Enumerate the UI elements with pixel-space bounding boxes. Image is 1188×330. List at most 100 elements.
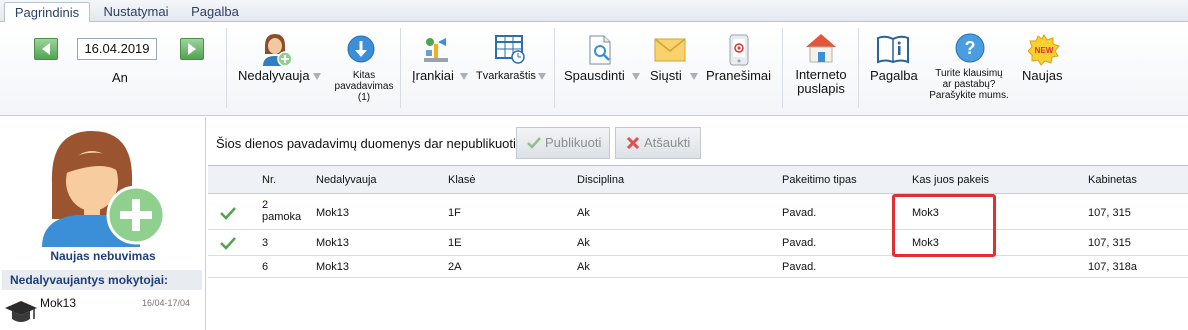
column-header-disciplina[interactable]: Disciplina [577,174,624,186]
dropdown-arrow-icon[interactable] [538,73,546,80]
dropdown-arrow-icon[interactable] [632,73,640,80]
previous-day-button[interactable] [34,38,58,60]
cell-kabinetas: 107, 315 [1088,207,1131,219]
pranesimai-button[interactable]: Pranešimai [704,28,774,98]
close-icon [626,136,640,150]
kitas-line1: Kitas [352,70,376,81]
ribbon-toolbar: 16.04.2019 An Nedalyvauja Kitas pavadavi… [0,22,1188,116]
cell-klase: 1F [448,207,461,219]
substitutions-table: Nr. Nedalyvauja Klasė Disciplina Pakeiti… [208,165,1188,330]
help-book-icon [877,35,909,64]
cancel-button[interactable]: Atšaukti [615,127,701,159]
svg-text:?: ? [965,38,976,58]
publish-button[interactable]: Publikuoti [516,127,610,159]
new-absence-caption[interactable]: Naujas nebuvimas [0,249,206,263]
pagalba-label: Pagalba [870,68,918,83]
cell-nr: 2 pamoka [262,199,301,223]
kitas-pavadavimas-button[interactable]: Kitas pavadavimas (1) [332,28,396,108]
cell-nr: 3 [262,237,269,249]
weekday-label: An [112,70,128,85]
absent-teachers-header: Nedalyvaujantys mokytojai: [2,270,202,290]
highlight-annotation [892,194,996,257]
irankiai-button[interactable]: Įrankiai [408,28,470,98]
graduation-cap-icon [5,301,37,322]
siusti-label: Siųsti [650,68,682,83]
kitas-line2: pavadavimas [334,81,394,92]
cell-klase: 2A [448,261,462,273]
column-header-klase[interactable]: Klasė [448,174,476,186]
table-row[interactable]: 2 pamoka Mok13 1F Ak Pavad. Mok3 107, 31… [208,194,1188,230]
feedback-line1: Turite klausimų [935,68,1003,79]
interneto-puslapis-label: Interneto puslapis [794,68,848,96]
spausdinti-button[interactable]: Spausdinti [562,28,640,98]
checkmark-icon [220,207,236,220]
home-icon [806,34,836,63]
tools-icon [424,38,448,62]
tab-pagrindinis[interactable]: Pagrindinis [4,2,90,23]
spausdinti-label: Spausdinti [564,68,625,83]
dropdown-arrow-icon[interactable] [460,73,468,80]
mobile-phone-icon [729,34,749,66]
interneto-line2: puslapis [797,81,845,96]
siusti-button[interactable]: Siųsti [642,28,700,98]
tab-pagalba[interactable]: Pagalba [180,2,250,23]
divider [226,28,227,108]
table-header: Nr. Nedalyvauja Klasė Disciplina Pakeiti… [208,166,1188,194]
naujas-label: Naujas [1022,68,1063,83]
divider [554,28,555,108]
column-header-nedalyvauja[interactable]: Nedalyvauja [316,174,377,186]
cell-tipas: Pavad. [782,261,817,273]
interneto-line1: Interneto [795,67,847,82]
column-header-kas-juos-pakeis[interactable]: Kas juos pakeis [912,174,989,186]
feedback-line2: ar pastabų? [942,79,996,90]
tab-nustatymai[interactable]: Nustatymai [94,2,178,23]
table-row[interactable]: 6 Mok13 2A Ak Pavad. 107, 318a [208,256,1188,278]
column-header-pakeitimo-tipas[interactable]: Pakeitimo tipas [782,174,857,186]
cell-disciplina: Ak [577,237,590,249]
nedalyvauja-button[interactable]: Nedalyvauja [236,28,321,98]
next-day-button[interactable] [180,38,204,60]
date-field[interactable]: 16.04.2019 [77,38,157,60]
publish-notice: Šios dienos pavadavimų duomenys dar nepu… [216,136,520,151]
cell-nedalyvauja: Mok13 [316,207,350,219]
table-row[interactable]: 3 Mok13 1E Ak Pavad. Mok3 107, 315 [208,230,1188,256]
new-absence-icon [42,131,166,247]
kitas-pavadavimas-label: Kitas pavadavimas (1) [332,70,396,103]
irankiai-label: Įrankiai [412,68,454,83]
print-preview-icon [589,35,611,65]
cell-kabinetas: 107, 315 [1088,237,1131,249]
feedback-button[interactable]: ? Turite klausimų ar pastabų? Parašykite… [924,28,1014,112]
left-panel: Naujas nebuvimas Nedalyvaujantys mokytoj… [0,117,206,330]
tvarkarastis-label: Tvarkaraštis [476,70,536,82]
arrow-down-circle-icon [347,35,375,63]
main-content: Šios dienos pavadavimų duomenys dar nepu… [208,117,1188,330]
column-header-nr[interactable]: Nr. [262,174,276,186]
absent-teacher-item[interactable]: Mok13 16/04-17/04 [2,293,202,329]
pagalba-button[interactable]: Pagalba [864,28,922,98]
interneto-puslapis-button[interactable]: Interneto puslapis [790,28,852,98]
feedback-line3: Parašykite mums. [929,90,1009,101]
kitas-line3: (1) [357,92,371,103]
naujas-button[interactable]: NEW Naujas [1018,28,1070,98]
cell-klase: 1E [448,237,462,249]
cell-kabinetas: 107, 318a [1088,261,1137,273]
cell-nr-line2: pamoka [262,211,302,223]
dropdown-arrow-icon[interactable] [313,73,321,80]
cell-nr: 6 [262,261,269,273]
add-absence-icon [263,34,293,67]
feedback-label: Turite klausimų ar pastabų? Parašykite m… [924,68,1014,101]
cell-tipas: Pavad. [782,237,817,249]
checkmark-icon [220,237,236,250]
divider [782,28,783,108]
svg-text:NEW: NEW [1035,46,1054,55]
cell-disciplina: Ak [577,207,590,219]
tvarkarastis-button[interactable]: Tvarkaraštis [474,28,550,98]
new-absence-button[interactable] [36,123,166,247]
dropdown-arrow-icon[interactable] [690,73,698,80]
envelope-icon [654,38,686,62]
column-header-kabinetas[interactable]: Kabinetas [1088,174,1137,186]
menu-tab-bar: Pagrindinis Nustatymai Pagalba [0,0,1188,23]
arrow-left-icon [42,43,50,55]
new-badge-icon: NEW [1028,34,1060,66]
cell-tipas: Pavad. [782,207,817,219]
